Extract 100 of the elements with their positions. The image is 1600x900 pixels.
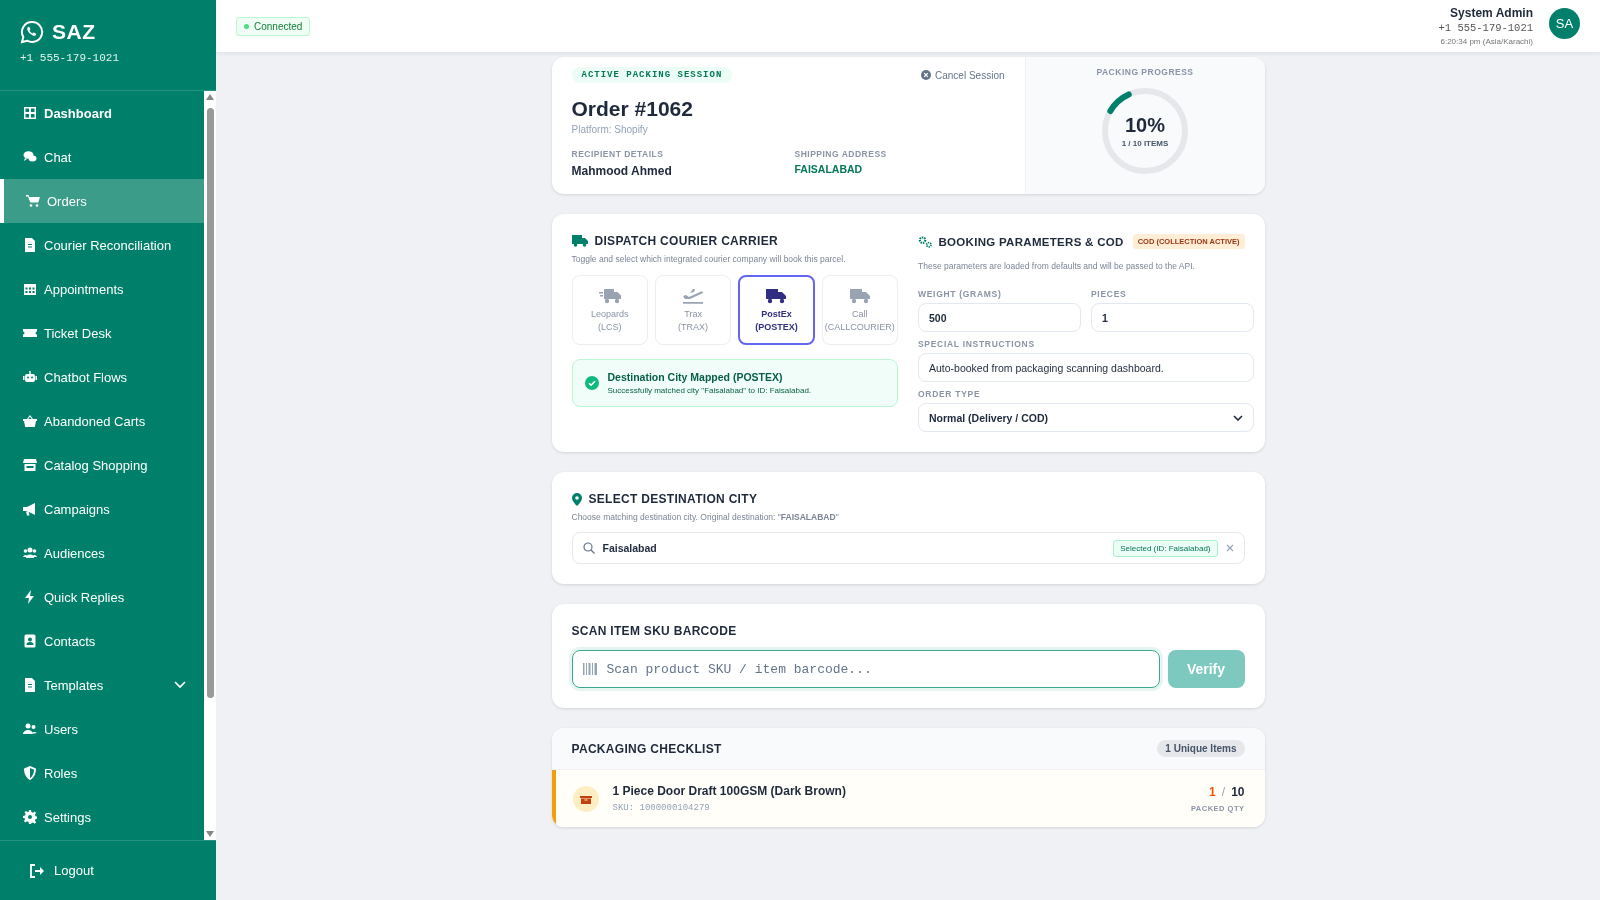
scroll-down-icon — [206, 831, 214, 837]
truck-icon — [571, 235, 588, 247]
nav-item[interactable]: Orders — [0, 179, 204, 223]
fast-truck-icon — [598, 287, 621, 306]
user-avatar[interactable]: SA — [1549, 7, 1580, 39]
nav-item[interactable]: Settings — [0, 795, 204, 839]
courier-option[interactable]: Leopards (LCS) — [571, 275, 648, 345]
section-title: SCAN ITEM SKU BARCODE — [571, 624, 738, 638]
field-label: ORDER TYPE — [918, 389, 982, 399]
box-drawing — [579, 793, 592, 804]
input-field[interactable]: Auto-booked from packaging scanning dashboard. — [918, 353, 1254, 382]
field-label: SHIPPING ADDRESS — [794, 149, 888, 159]
scroll-up-icon — [206, 94, 214, 100]
document-icon — [23, 678, 37, 692]
nav-item[interactable]: Chat — [0, 135, 204, 179]
courier-option[interactable]: Call (CALLCOURIER) — [821, 275, 898, 345]
nav-item[interactable]: Campaigns — [0, 487, 204, 531]
nav-item[interactable]: Dashboard — [0, 91, 204, 135]
nav-item[interactable]: Abandoned Carts — [0, 399, 204, 443]
field-label: WEIGHT (GRAMS) — [918, 289, 1003, 299]
field-label: RECIPIENT DETAILS — [571, 149, 665, 159]
scrollbar-thumb[interactable] — [206, 108, 214, 698]
status-dot — [244, 24, 249, 29]
product-sku: SKU: 1000000104279 — [612, 803, 711, 813]
nav-item[interactable]: Quick Replies — [0, 575, 204, 619]
section-description: These parameters are loaded from defaults and will be passed to the API. — [918, 261, 1196, 271]
nav-item[interactable]: Ticket Desk — [0, 311, 204, 355]
phone-number: +1 555-179-1021 — [20, 52, 121, 64]
local-time: 6:20:34 pm (Asia/Karachi) — [1439, 37, 1533, 46]
barcode-input-field[interactable]: Scan product SKU / item barcode... — [571, 650, 1160, 688]
order-title: Order #1062 — [571, 97, 694, 121]
alert-title: Destination City Mapped (POSTEX) — [607, 371, 784, 383]
packed-count: 1 — [1209, 784, 1216, 799]
close-icon — [921, 70, 931, 80]
nav-item[interactable]: Chatbot Flows — [0, 355, 204, 399]
search-icon — [582, 542, 595, 554]
nav-item[interactable]: Roles — [0, 751, 204, 795]
city-search-field[interactable]: Faisalabad Selected (ID: Faisalabad) — [571, 532, 1245, 564]
barcode-icon — [582, 662, 597, 676]
section-description: Choose matching destination city. Original destination: "FAISALABAD" — [571, 512, 840, 522]
brand-name: SAZ — [52, 20, 96, 44]
section-title: SELECT DESTINATION CITY — [588, 492, 758, 506]
nav-item[interactable]: Appointments — [0, 267, 204, 311]
field-label: PIECES — [1091, 289, 1128, 299]
megaphone-icon — [23, 502, 37, 516]
store-icon — [23, 458, 37, 472]
shield-icon — [23, 766, 37, 780]
platform-label: Platform: Shopify — [571, 124, 649, 135]
chevron-down-icon — [1233, 414, 1243, 421]
gears-icon — [918, 234, 933, 249]
users-icon — [23, 722, 37, 736]
shipping-city: FAISALABAD — [794, 163, 864, 175]
alert-message: Successfully matched city "Faisalabad" to ID: Faisalabad. — [607, 386, 812, 395]
field-label: SPECIAL INSTRUCTIONS — [918, 339, 1036, 349]
user-phone: +1 555-179-1021 — [1438, 22, 1533, 34]
status-label: Connected — [254, 21, 303, 32]
airplane-icon — [682, 287, 705, 306]
nav-item[interactable]: Catalog Shopping — [0, 443, 204, 487]
sign-out-icon — [30, 863, 44, 878]
users-icon — [23, 546, 37, 560]
nav-item[interactable]: Audiences — [0, 531, 204, 575]
logout-link[interactable]: Logout — [0, 840, 216, 900]
map-pin-icon — [571, 492, 582, 506]
cart-icon — [26, 194, 40, 208]
section-title: DISPATCH COURIER CARRIER — [594, 234, 778, 248]
bolt-icon — [23, 590, 37, 604]
close-icon — [1225, 544, 1234, 552]
chat-icon — [23, 150, 37, 164]
total-count: 10 — [1231, 784, 1245, 799]
nav-item[interactable]: Templates — [0, 663, 204, 707]
order-type-dropdown[interactable]: Normal (Delivery / COD) — [918, 403, 1254, 432]
nav-item[interactable]: Courier Reconciliation — [0, 223, 204, 267]
basket-icon — [23, 414, 37, 428]
section-title: BOOKING PARAMETERS & COD — [938, 235, 1124, 248]
progress-count: 1 / 10 ITEMS — [1121, 139, 1169, 148]
check-circle-icon — [584, 376, 599, 390]
input-field[interactable]: 500 — [918, 303, 1081, 332]
document-icon — [23, 238, 37, 252]
scrollbar[interactable] — [204, 91, 216, 840]
truck-icon — [765, 287, 788, 306]
contact-card-icon — [23, 634, 37, 648]
session-badge: ACTIVE PACKING SESSION — [571, 67, 733, 83]
section-title: PACKAGING CHECKLIST — [571, 741, 722, 756]
chat-bubble-phone-icon — [20, 20, 44, 44]
cancel-session-link[interactable]: Cancel Session — [921, 69, 1005, 81]
ticket-icon — [23, 326, 37, 340]
input-field[interactable]: 1 — [1091, 303, 1254, 332]
nav-item[interactable]: Contacts — [0, 619, 204, 663]
nav-item[interactable]: Users — [0, 707, 204, 751]
selected-badge: Selected (ID: Faisalabad) — [1113, 539, 1218, 557]
qty-separator: / — [1221, 784, 1226, 799]
text-input[interactable]: Faisalabad — [602, 542, 1106, 554]
robot-icon — [23, 370, 37, 384]
product-name: 1 Piece Door Draft 100GSM (Dark Brown) — [612, 784, 847, 798]
text-input[interactable]: Scan product SKU / item barcode... — [604, 660, 1149, 678]
courier-option[interactable]: Trax (TRAX) — [654, 275, 732, 345]
calendar-icon — [23, 282, 37, 296]
courier-option[interactable]: PostEx (POSTEX) — [738, 275, 815, 345]
truck-icon — [848, 287, 871, 306]
gear-icon — [23, 810, 37, 824]
